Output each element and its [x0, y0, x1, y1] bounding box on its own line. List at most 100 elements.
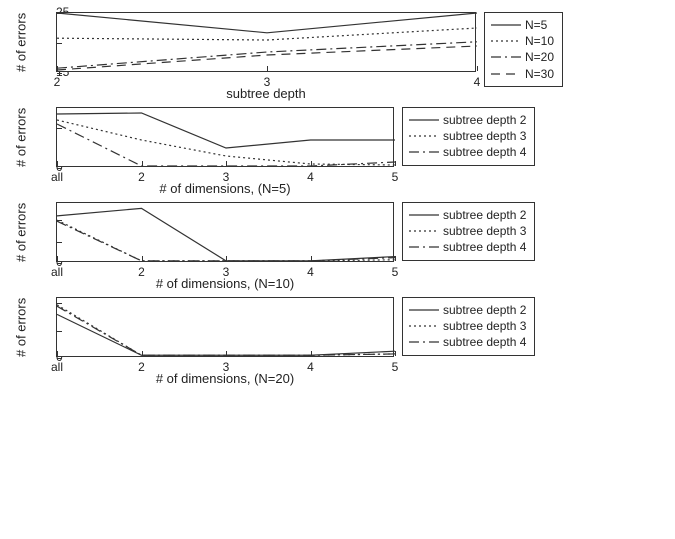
series-line: [57, 124, 395, 166]
legend-item: N=10: [491, 33, 554, 49]
x-tick-mark: [142, 256, 143, 261]
plot-area: all2345: [56, 107, 394, 167]
x-tick-label: 5: [392, 356, 399, 374]
x-tick-label: 4: [307, 356, 314, 374]
legend-label: N=10: [525, 33, 554, 49]
y-axis-label: # of errors: [12, 12, 30, 72]
plot-svg: [57, 298, 395, 358]
legend-item: subtree depth 2: [409, 112, 526, 128]
x-tick-mark: [57, 161, 58, 166]
legend-item: subtree depth 3: [409, 318, 526, 334]
series-line: [57, 120, 395, 165]
legend-label: subtree depth 2: [443, 207, 526, 223]
legend-item: subtree depth 2: [409, 302, 526, 318]
legend-item: N=20: [491, 49, 554, 65]
y-tick-mark: [57, 220, 62, 221]
legend-item: subtree depth 3: [409, 223, 526, 239]
y-ticks: 020: [30, 107, 56, 167]
x-tick-mark: [395, 256, 396, 261]
legend: subtree depth 2subtree depth 3subtree de…: [402, 107, 535, 166]
x-tick-label: 2: [138, 356, 145, 374]
y-ticks: 152025: [30, 12, 56, 72]
legend-label: subtree depth 2: [443, 112, 526, 128]
legend-label: N=5: [525, 17, 547, 33]
legend-label: subtree depth 3: [443, 318, 526, 334]
x-tick-mark: [142, 351, 143, 356]
x-tick-label: 3: [264, 71, 271, 89]
chart-panel: # of errors01020all2345# of dimensions, …: [12, 297, 663, 386]
legend-swatch: [491, 68, 521, 80]
x-tick-label: 4: [474, 71, 481, 89]
x-tick-label: all: [51, 356, 63, 374]
legend-item: subtree depth 2: [409, 207, 526, 223]
series-line: [57, 314, 395, 355]
legend-label: N=30: [525, 66, 554, 82]
x-tick-mark: [395, 351, 396, 356]
x-tick-label: 2: [54, 71, 61, 89]
legend-item: subtree depth 3: [409, 128, 526, 144]
legend-label: subtree depth 4: [443, 239, 526, 255]
legend-label: subtree depth 2: [443, 302, 526, 318]
series-line: [57, 28, 477, 40]
legend-label: N=20: [525, 49, 554, 65]
plot-svg: [57, 13, 477, 73]
legend-item: subtree depth 4: [409, 334, 526, 350]
x-tick-label: 4: [307, 166, 314, 184]
series-line: [57, 221, 395, 261]
legend-item: subtree depth 4: [409, 239, 526, 255]
legend-swatch: [409, 146, 439, 158]
y-tick-mark: [57, 128, 62, 129]
y-tick-mark: [57, 13, 62, 14]
legend-item: subtree depth 4: [409, 144, 526, 160]
legend-swatch: [491, 19, 521, 31]
series-line: [57, 208, 395, 261]
x-tick-mark: [57, 351, 58, 356]
y-axis-label: # of errors: [12, 202, 30, 262]
legend: subtree depth 2subtree depth 3subtree de…: [402, 297, 535, 356]
y-axis-label: # of errors: [12, 297, 30, 357]
plot-area: all2345: [56, 297, 394, 357]
x-tick-mark: [226, 161, 227, 166]
legend-label: subtree depth 4: [443, 334, 526, 350]
x-tick-label: 5: [392, 166, 399, 184]
y-tick-mark: [57, 242, 62, 243]
x-tick-label: 3: [223, 166, 230, 184]
legend: subtree depth 2subtree depth 3subtree de…: [402, 202, 535, 261]
legend-swatch: [491, 51, 521, 63]
plot-svg: [57, 108, 395, 168]
series-line: [57, 305, 395, 355]
x-tick-mark: [311, 161, 312, 166]
y-ticks: 01020: [30, 202, 56, 262]
legend-swatch: [409, 320, 439, 332]
series-line: [57, 13, 477, 33]
legend-swatch: [409, 241, 439, 253]
chart-panel: # of errors020all2345# of dimensions, (N…: [12, 107, 663, 196]
plot-area: all2345: [56, 202, 394, 262]
x-tick-label: 3: [223, 356, 230, 374]
x-tick-mark: [311, 351, 312, 356]
legend-swatch: [491, 35, 521, 47]
chart-panel: # of errors01020all2345# of dimensions, …: [12, 202, 663, 291]
x-tick-mark: [226, 351, 227, 356]
legend-label: subtree depth 3: [443, 128, 526, 144]
legend-item: N=5: [491, 17, 554, 33]
legend: N=5N=10N=20N=30: [484, 12, 563, 87]
series-line: [57, 306, 395, 355]
x-tick-mark: [226, 256, 227, 261]
x-tick-mark: [395, 161, 396, 166]
chart-panel: # of errors152025234subtree depthN=5N=10…: [12, 12, 663, 101]
legend-swatch: [409, 209, 439, 221]
legend-label: subtree depth 4: [443, 144, 526, 160]
x-tick-mark: [57, 256, 58, 261]
plot-svg: [57, 203, 395, 263]
x-tick-mark: [267, 66, 268, 71]
legend-swatch: [409, 130, 439, 142]
series-line: [57, 113, 395, 148]
x-tick-label: 5: [392, 261, 399, 279]
x-tick-label: 2: [138, 261, 145, 279]
legend-swatch: [409, 114, 439, 126]
y-ticks: 01020: [30, 297, 56, 357]
legend-item: N=30: [491, 66, 554, 82]
x-tick-label: 4: [307, 261, 314, 279]
legend-swatch: [409, 225, 439, 237]
